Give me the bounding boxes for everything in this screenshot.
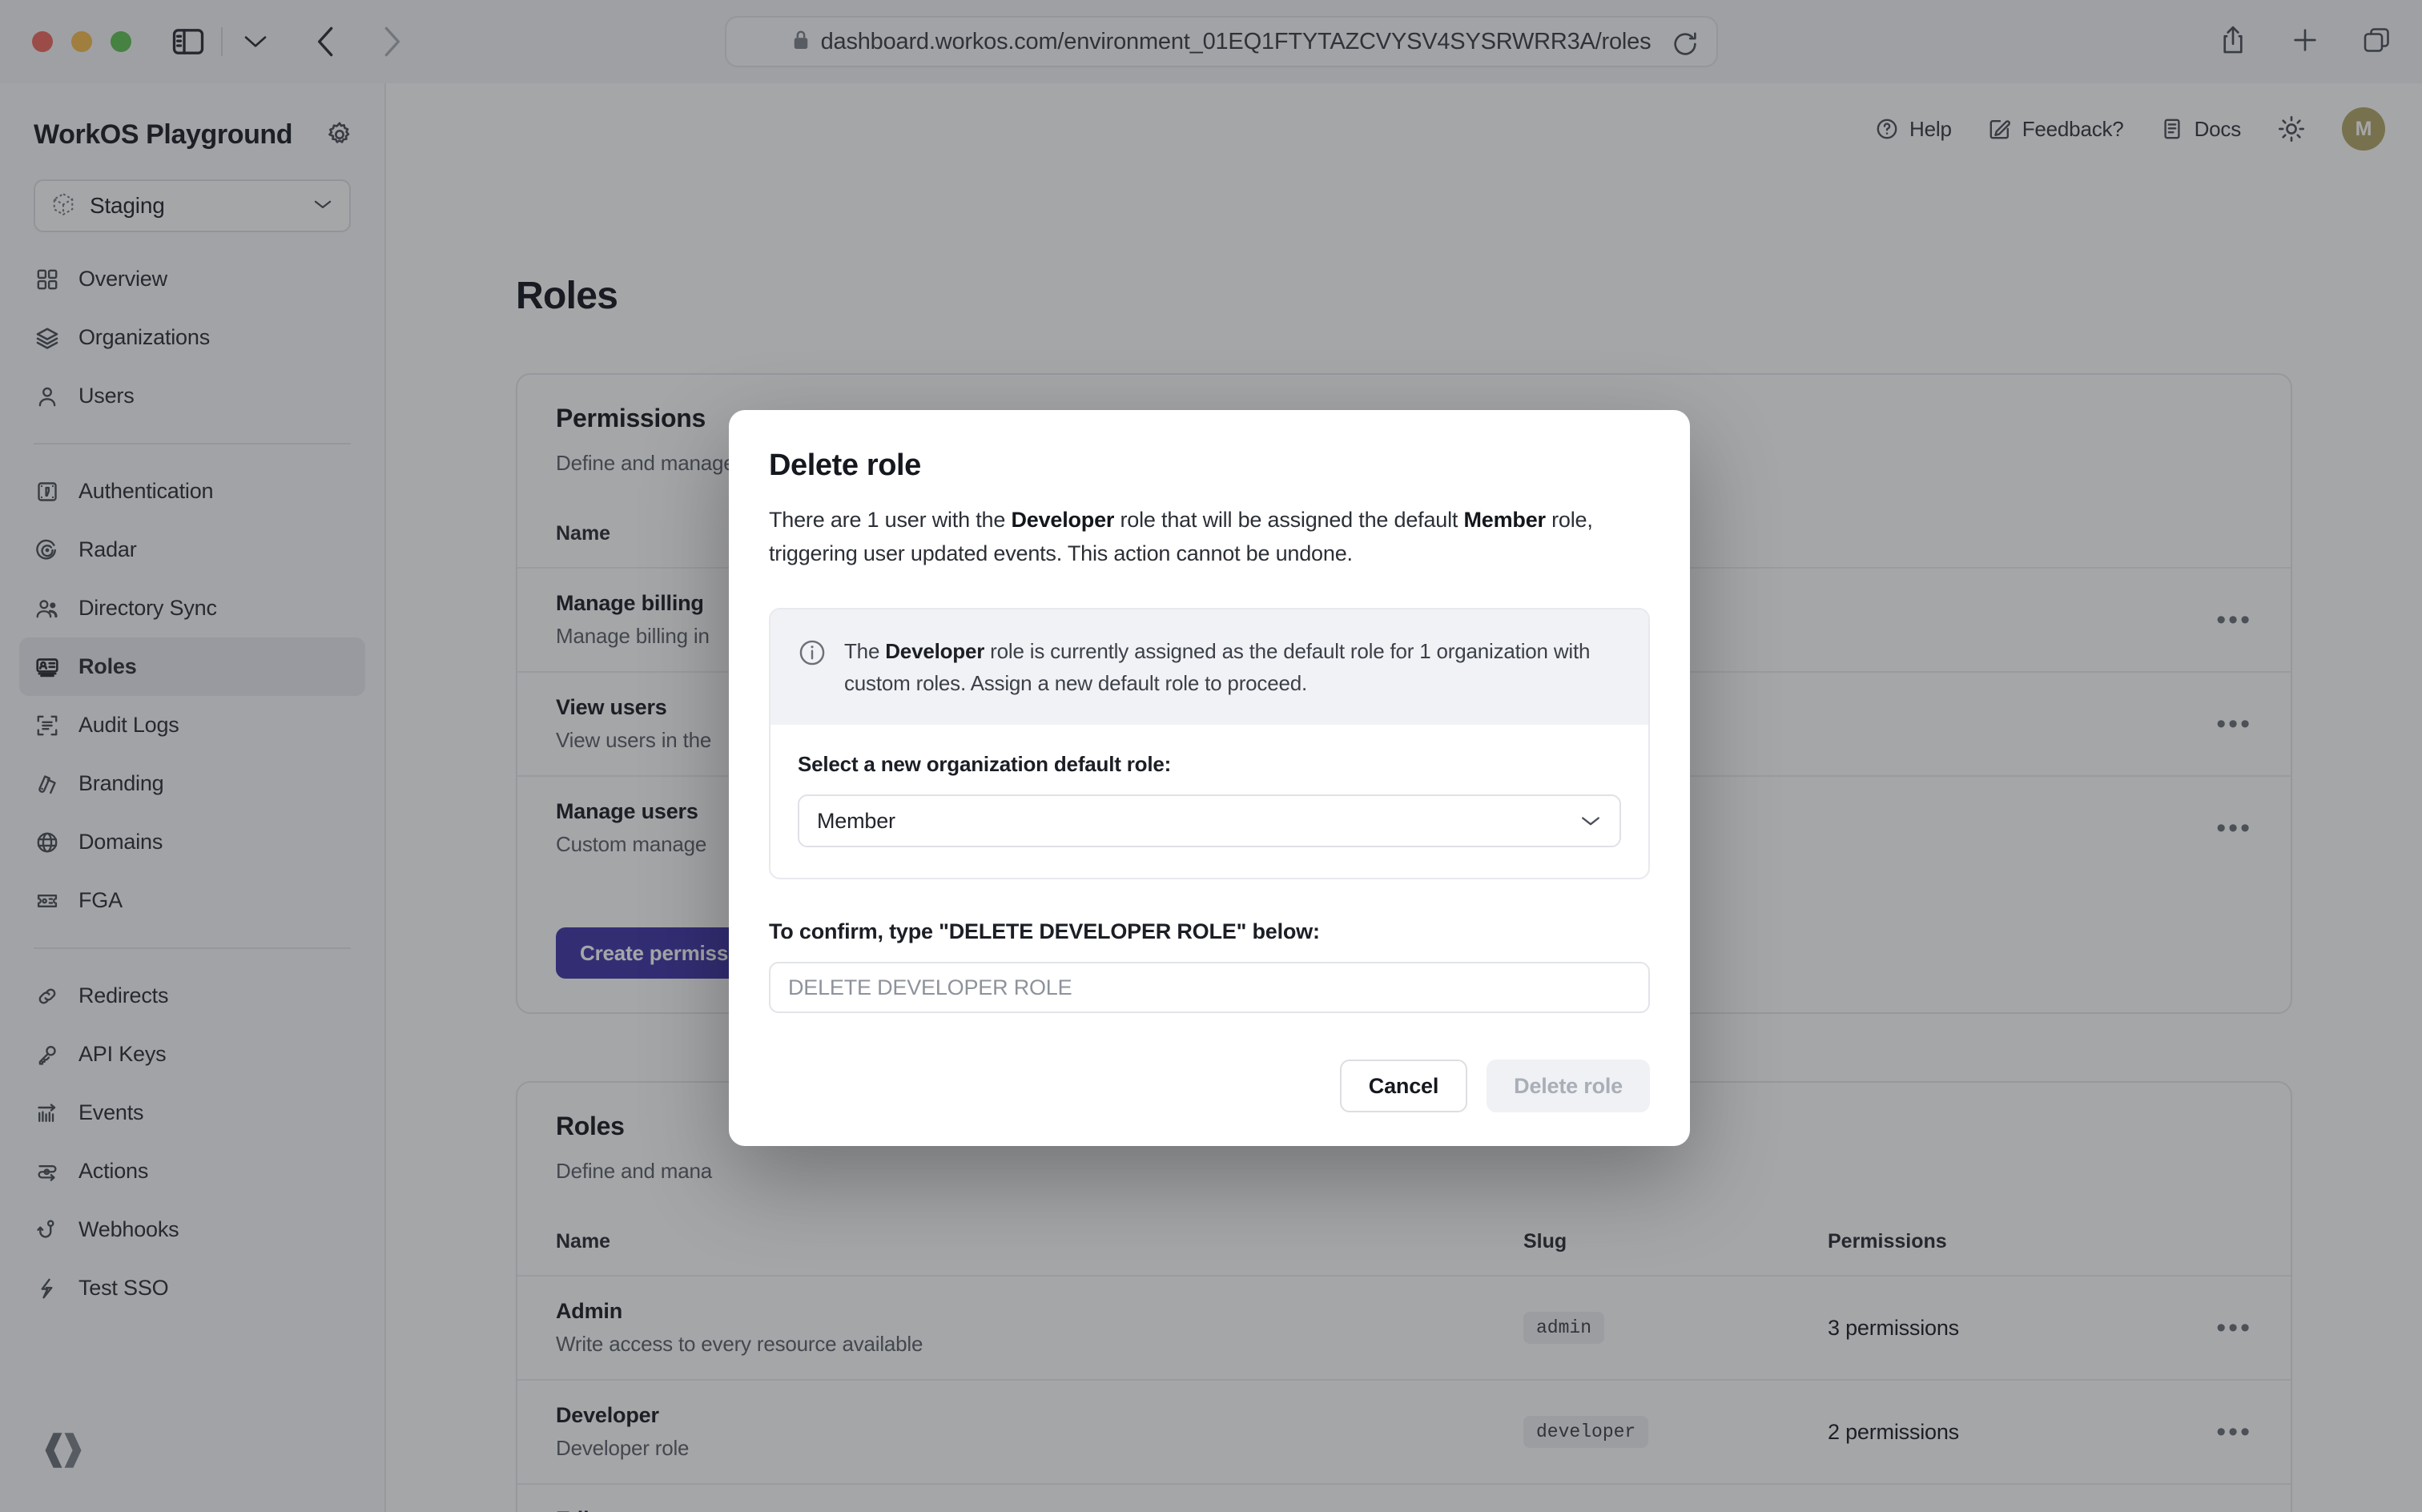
confirm-input[interactable] bbox=[769, 962, 1650, 1014]
info-banner-text: The Developer role is currently assigned… bbox=[844, 635, 1621, 700]
modal-desc-part-1: There are 1 user with the bbox=[769, 508, 1012, 532]
default-role-panel: The Developer role is currently assigned… bbox=[769, 607, 1650, 880]
info-part-1: The bbox=[844, 638, 886, 663]
confirm-label: To confirm, type "DELETE DEVELOPER ROLE"… bbox=[769, 919, 1320, 944]
select-label: Select a new organization default role: bbox=[798, 752, 1172, 777]
modal-title: Delete role bbox=[769, 448, 921, 482]
info-banner: The Developer role is currently assigned… bbox=[770, 609, 1648, 726]
select-block: Select a new organization default role: … bbox=[770, 725, 1648, 879]
modal-actions: Cancel Delete role bbox=[769, 1060, 1650, 1113]
default-role-select[interactable]: Member bbox=[798, 794, 1621, 848]
default-role-select-value: Member bbox=[817, 808, 895, 833]
delete-role-modal: Delete role There are 1 user with the De… bbox=[729, 410, 1690, 1147]
modal-desc-default-role: Member bbox=[1463, 508, 1547, 532]
info-circle-icon bbox=[798, 638, 827, 667]
modal-desc-part-2: role that will be assigned the default bbox=[1114, 508, 1464, 532]
delete-role-button[interactable]: Delete role bbox=[1487, 1060, 1650, 1113]
info-role-name: Developer bbox=[885, 638, 985, 663]
cancel-button[interactable]: Cancel bbox=[1339, 1060, 1468, 1113]
modal-description: There are 1 user with the Developer role… bbox=[769, 504, 1650, 571]
chevron-down-icon bbox=[1579, 809, 1602, 834]
modal-desc-role-name: Developer bbox=[1011, 508, 1115, 532]
